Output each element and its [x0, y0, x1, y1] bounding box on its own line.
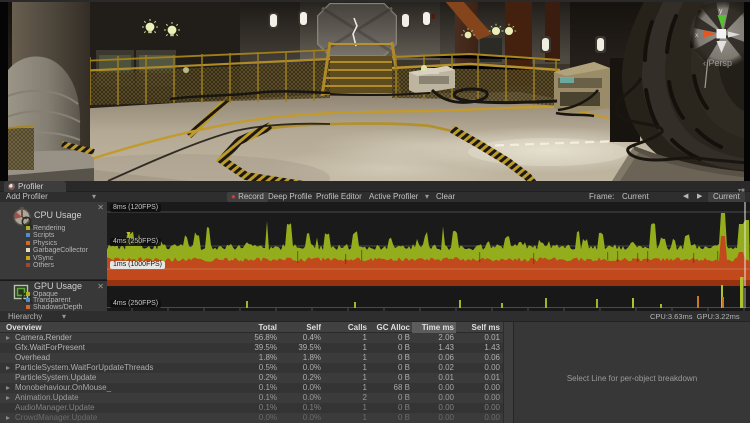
svg-text:y: y	[719, 8, 723, 15]
svg-text:‹ Persp: ‹ Persp	[703, 58, 732, 68]
